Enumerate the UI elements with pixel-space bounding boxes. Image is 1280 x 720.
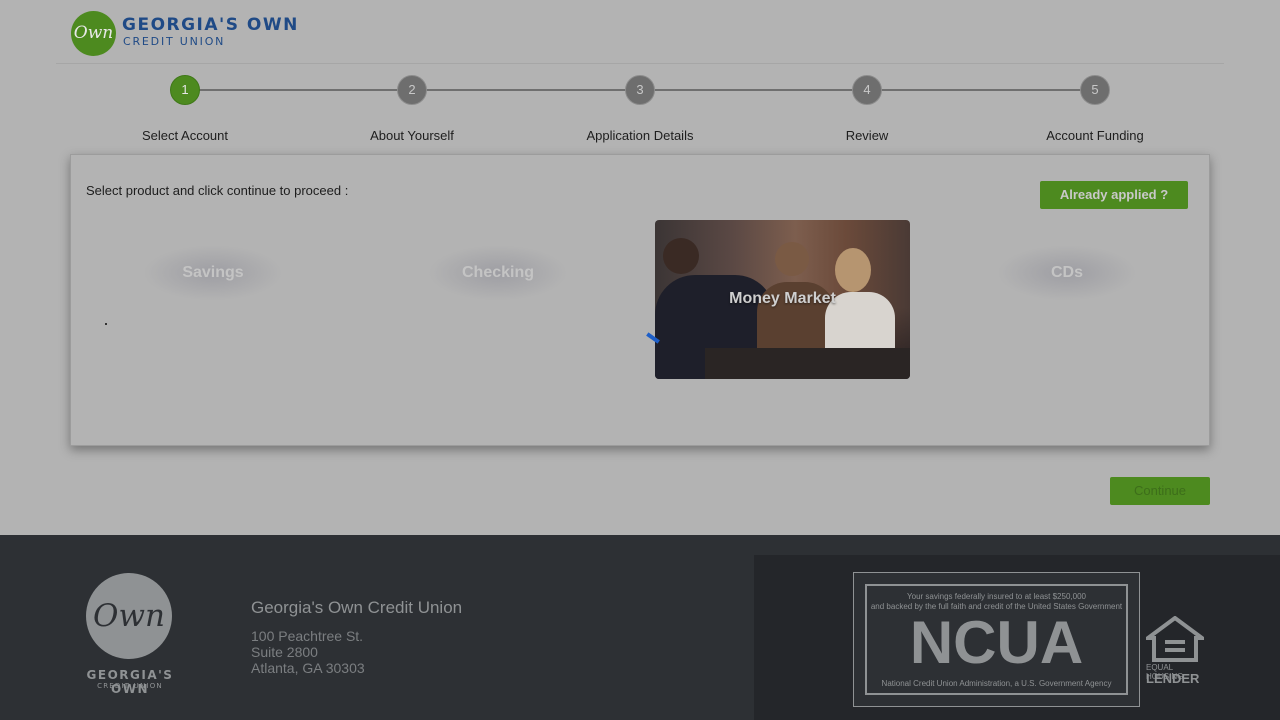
header-divider <box>56 63 1224 64</box>
site-header: Own GEORGIA'S OWN CREDIT UNION <box>0 0 1280 64</box>
product-tile-savings[interactable]: Savings <box>143 245 283 301</box>
logo-mark[interactable]: Own <box>71 11 116 56</box>
step-about-yourself: 2 About Yourself <box>312 74 512 143</box>
footer-address-line: Atlanta, GA 30303 <box>251 660 365 676</box>
step-application-details: 3 Application Details <box>540 74 740 143</box>
product-tile-money-market[interactable]: Money Market <box>655 220 910 379</box>
ncua-badge: Your savings federally insured to at lea… <box>853 572 1140 707</box>
equal-housing-lender-badge: EQUAL HOUSING LENDER <box>1146 616 1206 686</box>
step-review: 4 Review <box>767 74 967 143</box>
step-select-account: 1 Select Account <box>85 74 285 143</box>
step-label: Select Account <box>142 128 228 143</box>
logo-name[interactable]: GEORGIA'S OWN <box>122 16 299 34</box>
step-number: 1 <box>170 75 200 105</box>
equal-housing-icon <box>1146 616 1204 662</box>
ehl-line-2: LENDER <box>1146 671 1200 686</box>
step-number: 4 <box>852 75 882 105</box>
step-label: Review <box>845 128 889 143</box>
step-number: 3 <box>625 75 655 105</box>
continue-button[interactable]: Continue <box>1110 477 1210 505</box>
ncua-agency-line: National Credit Union Administration, a … <box>881 679 1112 688</box>
step-number: 2 <box>397 75 427 105</box>
footer-org-name: Georgia's Own Credit Union <box>251 598 463 617</box>
footer-logo-subtitle: CREDIT UNION <box>97 682 163 690</box>
instruction-text: Select product and click continue to pro… <box>86 183 349 198</box>
footer-address-line: Suite 2800 <box>251 644 318 660</box>
step-label: Account Funding <box>1046 128 1144 143</box>
step-account-funding: 5 Account Funding <box>995 74 1195 143</box>
ncua-badge-frame: Your savings federally insured to at lea… <box>865 584 1128 695</box>
step-number: 5 <box>1080 75 1110 105</box>
product-tile-cds[interactable]: CDs <box>997 245 1137 301</box>
product-tile-label: Money Market <box>729 290 836 307</box>
product-selection-card: Select product and click continue to pro… <box>70 154 1210 446</box>
step-label: About Yourself <box>370 128 454 143</box>
footer-address-line: 100 Peachtree St. <box>251 628 364 644</box>
step-label: Application Details <box>586 128 694 143</box>
footer-logo-mark[interactable]: Own <box>86 573 172 659</box>
ncua-wordmark: NCUA <box>909 609 1084 676</box>
logo-subtitle: CREDIT UNION <box>123 35 226 48</box>
ncua-line-1: Your savings federally insured to at lea… <box>907 592 1086 601</box>
product-tile-checking[interactable]: Checking <box>428 245 568 301</box>
progress-stepper: 1 Select Account 2 About Yourself 3 Appl… <box>0 74 1280 144</box>
already-applied-button[interactable]: Already applied ? <box>1040 181 1188 209</box>
stray-dot <box>105 323 107 325</box>
